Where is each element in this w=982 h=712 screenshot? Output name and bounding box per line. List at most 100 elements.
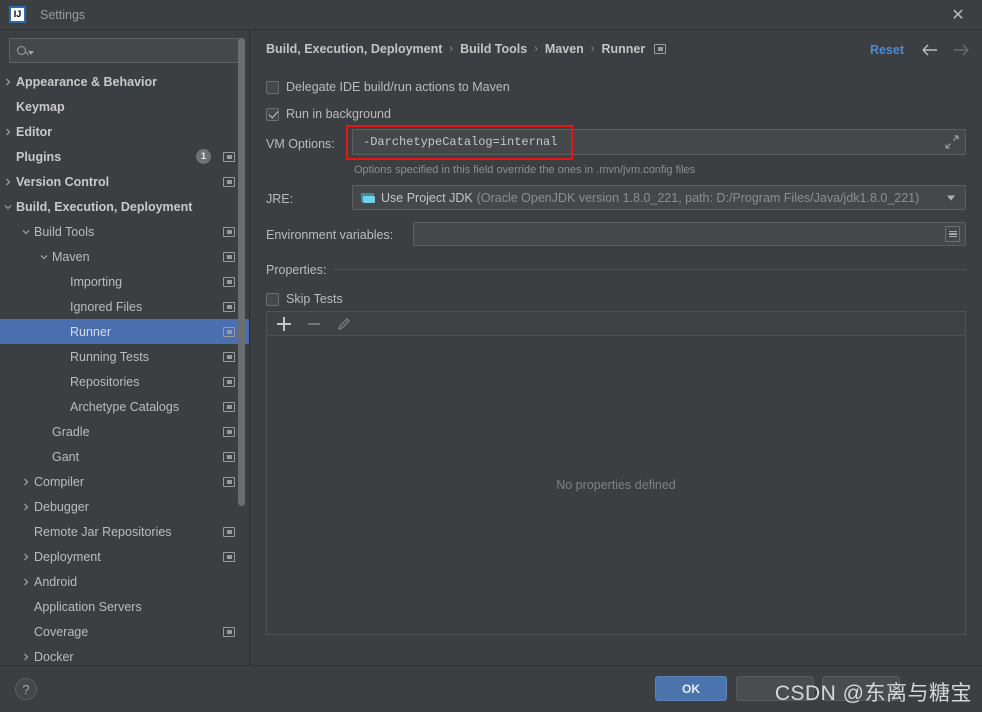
sidebar-item-label: Debugger [34,499,89,514]
sidebar-item-ignored-files[interactable]: Ignored Files [0,294,249,319]
properties-empty-text: No properties defined [556,478,676,492]
close-icon[interactable]: ✕ [948,5,968,25]
sidebar-item-application-servers[interactable]: Application Servers [0,594,249,619]
sidebar-item-android[interactable]: Android [0,569,249,594]
run-in-background-row[interactable]: Run in background [266,107,391,121]
sidebar-item-gant[interactable]: Gant [0,444,249,469]
sidebar-item-docker[interactable]: Docker [0,644,249,661]
breadcrumb-item[interactable]: Build Tools [460,42,527,56]
sidebar-item-importing[interactable]: Importing [0,269,249,294]
chevron-right-icon[interactable] [20,476,32,488]
project-scope-icon [223,526,235,537]
breadcrumb-item[interactable]: Runner [601,42,645,56]
jre-value-detail: (Oracle OpenJDK version 1.8.0_221, path:… [476,190,920,205]
sidebar-item-coverage[interactable]: Coverage [0,619,249,644]
sidebar-item-running-tests[interactable]: Running Tests [0,344,249,369]
reset-button[interactable]: Reset [870,43,904,57]
project-scope-icon [223,451,235,462]
chevron-down-icon[interactable] [2,201,14,213]
project-scope-icon [223,376,235,387]
sidebar-item-label: Ignored Files [70,299,143,314]
sidebar-item-deployment[interactable]: Deployment [0,544,249,569]
plus-icon[interactable] [276,316,292,332]
arrow-right-icon[interactable] [950,41,970,59]
sidebar-item-label: Maven [52,249,90,264]
sidebar-item-label: Importing [70,274,123,289]
sidebar-item-label: Runner [70,324,111,339]
env-vars-input[interactable] [413,222,966,246]
arrow-left-icon[interactable] [920,41,940,59]
sidebar-item-badge: 1 [196,149,211,164]
sidebar-item-remote-jar-repositories[interactable]: Remote Jar Repositories [0,519,249,544]
sidebar-item-archetype-catalogs[interactable]: Archetype Catalogs [0,394,249,419]
vm-options-input[interactable]: -DarchetypeCatalog=internal [352,129,966,155]
chevron-right-icon[interactable] [20,501,32,513]
jre-dropdown[interactable]: Use Project JDK (Oracle OpenJDK version … [352,185,966,210]
list-browse-icon[interactable] [945,226,960,242]
delegate-checkbox-row[interactable]: Delegate IDE build/run actions to Maven [266,80,510,94]
jre-value-main: Use Project JDK [381,190,473,205]
delegate-checkbox-label: Delegate IDE build/run actions to Maven [286,80,510,94]
run-in-background-label: Run in background [286,107,391,121]
properties-group-label: Properties: [266,263,327,277]
properties-table[interactable]: No properties defined [266,336,966,635]
sidebar-item-gradle[interactable]: Gradle [0,419,249,444]
sidebar-item-build-tools[interactable]: Build Tools [0,219,249,244]
ok-button[interactable]: OK [655,676,727,701]
properties-group-divider [333,269,966,270]
sidebar-item-repositories[interactable]: Repositories [0,369,249,394]
chevron-right-icon[interactable] [2,176,14,188]
skip-tests-checkbox[interactable] [266,292,279,306]
sidebar-item-label: Editor [16,124,53,139]
sidebar-item-keymap[interactable]: Keymap [0,94,249,119]
sidebar-scrollbar-track[interactable] [238,34,247,619]
breadcrumb-item[interactable]: Maven [545,42,584,56]
vm-options-value: -DarchetypeCatalog=internal [363,135,558,149]
sidebar-item-label: Application Servers [34,599,142,614]
sidebar-item-label: Version Control [16,174,110,189]
sidebar-item-label: Gradle [52,424,90,439]
settings-dialog: IJ Settings ✕ Appearance & Behavior Keyma… [0,0,982,712]
sidebar-item-maven[interactable]: Maven [0,244,249,269]
breadcrumb-separator: › [590,43,595,55]
chevron-right-icon[interactable] [20,576,32,588]
sidebar-item-label: Repositories [70,374,140,389]
search-input[interactable] [9,38,240,63]
project-scope-icon [223,626,235,637]
breadcrumb: Build, Execution, Deployment › Build Tools… [266,42,667,56]
minus-icon [306,316,322,332]
sidebar-item-appearance-behavior[interactable]: Appearance & Behavior [0,69,249,94]
sidebar-item-label: Docker [34,649,74,662]
project-scope-icon [223,426,235,437]
project-scope-icon [223,301,235,312]
chevron-down-icon[interactable] [20,226,32,238]
skip-tests-row[interactable]: Skip Tests [266,292,343,306]
sidebar-item-debugger[interactable]: Debugger [0,494,249,519]
sidebar-item-plugins[interactable]: Plugins 1 [0,144,249,169]
breadcrumb-item[interactable]: Build, Execution, Deployment [266,42,442,56]
sidebar-item-label: Plugins [16,149,62,164]
sidebar-scrollbar-thumb[interactable] [238,38,245,506]
window-title: Settings [40,7,86,22]
chevron-down-icon[interactable] [38,251,50,263]
delegate-checkbox[interactable] [266,80,279,94]
chevron-right-icon[interactable] [2,126,14,138]
expand-icon[interactable] [945,135,959,149]
sidebar-item-label: Coverage [34,624,89,639]
sidebar-item-build-execution-deployment[interactable]: Build, Execution, Deployment [0,194,249,219]
sidebar-item-compiler[interactable]: Compiler [0,469,249,494]
run-in-background-checkbox[interactable] [266,107,279,121]
chevron-right-icon[interactable] [20,551,32,563]
sidebar-item-version-control[interactable]: Version Control [0,169,249,194]
chevron-right-icon[interactable] [2,76,14,88]
chevron-right-icon[interactable] [20,651,32,662]
chevron-down-icon[interactable] [947,195,955,200]
breadcrumb-separator: › [534,43,538,55]
pencil-icon [336,316,352,332]
sidebar-item-label: Deployment [34,549,101,564]
help-button[interactable]: ? [15,678,37,700]
title-bar: IJ Settings ✕ [0,0,982,30]
sidebar-item-editor[interactable]: Editor [0,119,249,144]
sidebar-item-label: Remote Jar Repositories [34,524,172,539]
sidebar-item-runner[interactable]: Runner [0,319,249,344]
